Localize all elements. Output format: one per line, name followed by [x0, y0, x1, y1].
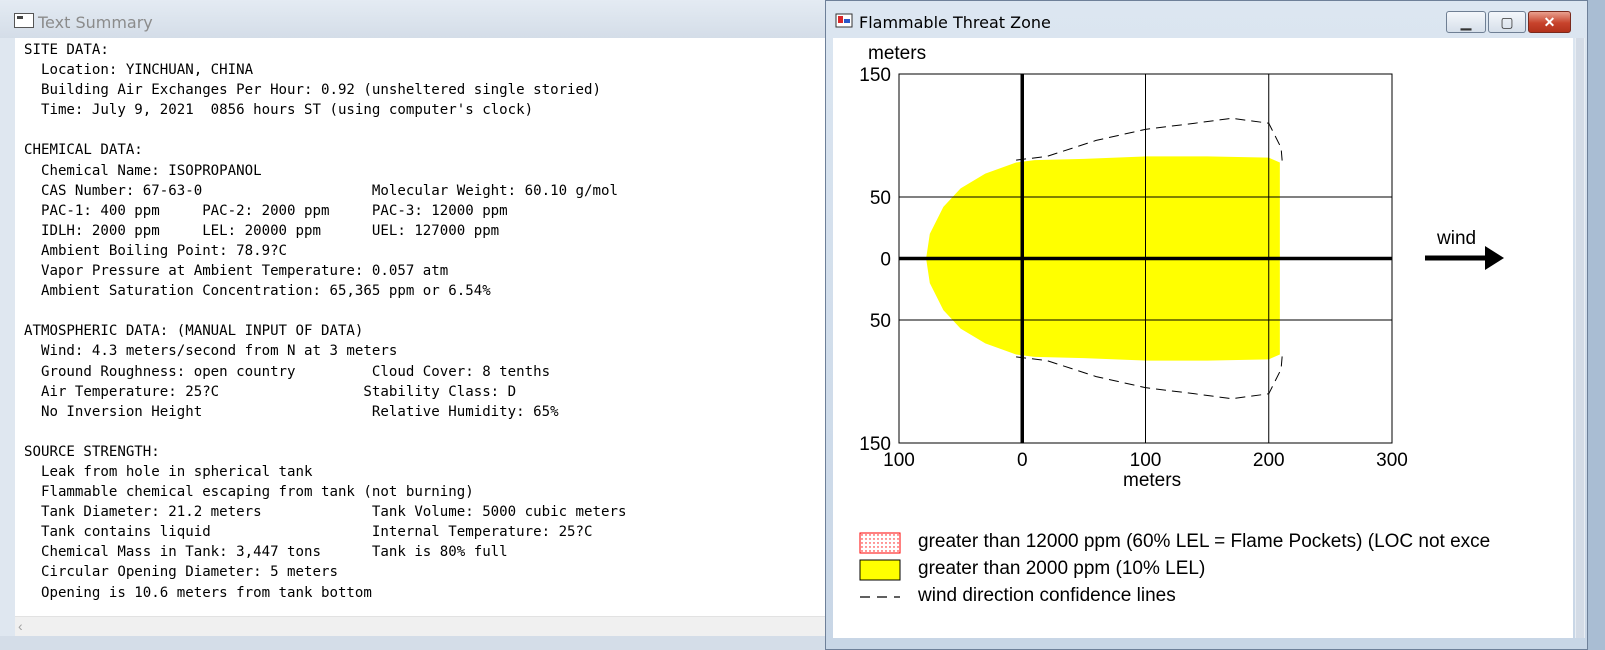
text-summary-body: SITE DATA: Location: YINCHUAN, CHINA Bui…	[24, 40, 626, 603]
text-summary-titlebar[interactable]: Text Summary	[0, 0, 835, 38]
wind-arrow-icon	[1425, 246, 1504, 270]
maximize-icon: ▢	[1500, 14, 1514, 30]
x-axis-title: meters	[1123, 470, 1181, 491]
threat-zone-app-icon	[835, 13, 853, 28]
summary-line: No Inversion Height Relative Humidity: 6…	[24, 403, 559, 420]
summary-line: ATMOSPHERIC DATA: (MANUAL INPUT OF DATA)	[24, 323, 364, 340]
summary-line: Ground Roughness: open country Cloud Cov…	[24, 363, 551, 380]
x-tick-label: 100	[1130, 450, 1162, 471]
summary-line: Chemical Mass in Tank: 3,447 tons Tank i…	[24, 544, 508, 561]
y-tick-label: 0	[880, 250, 891, 271]
text-summary-window: Text Summary SITE DATA: Location: YINCHU…	[0, 0, 836, 650]
minimize-button[interactable]: ▁	[1446, 11, 1486, 33]
x-tick-label: 300	[1376, 450, 1408, 471]
scroll-left-icon[interactable]: ‹	[18, 618, 23, 634]
summary-line: IDLH: 2000 ppm LEL: 20000 ppm UEL: 12700…	[24, 222, 500, 239]
threat-zone-plot-area: 100 0 100 200 300 150 50 0 50 150 meters meters w…	[833, 38, 1573, 638]
vertical-scrollbar[interactable]	[1575, 38, 1585, 638]
summary-line: CAS Number: 67-63-0 Molecular Weight: 60…	[24, 182, 618, 199]
legend-label-2000ppm: greater than 2000 ppm (10% LEL)	[918, 558, 1205, 579]
close-button[interactable]: ✕	[1528, 11, 1571, 33]
summary-line: Tank Diameter: 21.2 meters Tank Volume: …	[24, 504, 627, 521]
minimize-icon: ▁	[1460, 14, 1472, 30]
legend: greater than 12000 ppm (60% LEL = Flame …	[859, 531, 1490, 606]
text-summary-title: Text Summary	[38, 13, 153, 32]
summary-line: SOURCE STRENGTH:	[24, 443, 160, 460]
y-tick-label: 50	[870, 311, 891, 332]
maximize-button[interactable]: ▢	[1488, 11, 1526, 33]
close-icon: ✕	[1543, 14, 1556, 30]
y-tick-label: 50	[870, 188, 891, 209]
legend-label-flame-pockets: greater than 12000 ppm (60% LEL = Flame …	[918, 531, 1490, 552]
confidence-line-1	[1016, 117, 1283, 163]
summary-line: Time: July 9, 2021 0856 hours ST (using …	[24, 102, 534, 119]
summary-line: Ambient Boiling Point: 78.9?C	[24, 242, 288, 259]
summary-line: Flammable chemical escaping from tank (n…	[24, 484, 474, 501]
wind-label: wind	[1436, 228, 1476, 249]
summary-line: CHEMICAL DATA:	[24, 142, 143, 159]
text-summary-content: SITE DATA: Location: YINCHUAN, CHINA Bui…	[15, 38, 825, 616]
threat-zone-title: Flammable Threat Zone	[859, 13, 1051, 32]
summary-line: Opening is 10.6 meters from tank bottom	[24, 584, 372, 601]
summary-line: Tank contains liquid Internal Temperatur…	[24, 524, 593, 541]
summary-line: SITE DATA:	[24, 42, 109, 58]
legend-swatch-2000ppm	[859, 559, 901, 581]
threat-zone-chart: 100 0 100 200 30015050050150 meters meters w…	[859, 43, 1504, 606]
flammable-threat-zone-window: Flammable Threat Zone ▁ ▢ ✕ 100 0 100 200 30…	[825, 0, 1588, 650]
legend-swatch-flame-pockets	[859, 532, 901, 554]
summary-line: Air Temperature: 25?C Stability Class: D	[24, 383, 517, 400]
summary-line: Circular Opening Diameter: 5 meters	[24, 564, 338, 581]
y-tick-label: 150	[859, 434, 891, 455]
horizontal-scrollbar[interactable]: ‹	[15, 616, 825, 637]
y-axis-title: meters	[868, 43, 926, 64]
text-document-icon	[14, 13, 34, 28]
confidence-line-2	[1016, 354, 1283, 400]
vertical-scrollbar-thumb[interactable]	[1576, 38, 1584, 638]
summary-line: Location: YINCHUAN, CHINA	[24, 62, 254, 79]
summary-line: Leak from hole in spherical tank	[24, 463, 313, 480]
summary-line: PAC-1: 400 ppm PAC-2: 2000 ppm PAC-3: 12…	[24, 202, 508, 219]
summary-line: Wind: 4.3 meters/second from N at 3 mete…	[24, 343, 398, 360]
summary-line: Building Air Exchanges Per Hour: 0.92 (u…	[24, 82, 601, 99]
legend-label-confidence-lines: wind direction confidence lines	[917, 585, 1176, 606]
x-tick-label: 0	[1017, 450, 1028, 471]
y-tick-label: 150	[859, 65, 891, 86]
summary-line: Vapor Pressure at Ambient Temperature: 0…	[24, 263, 449, 280]
summary-line: Ambient Saturation Concentration: 65,365…	[24, 283, 491, 300]
summary-line: Chemical Name: ISOPROPANOL	[24, 162, 262, 179]
x-tick-label: 200	[1253, 450, 1285, 471]
window-bottom-border	[0, 636, 835, 650]
